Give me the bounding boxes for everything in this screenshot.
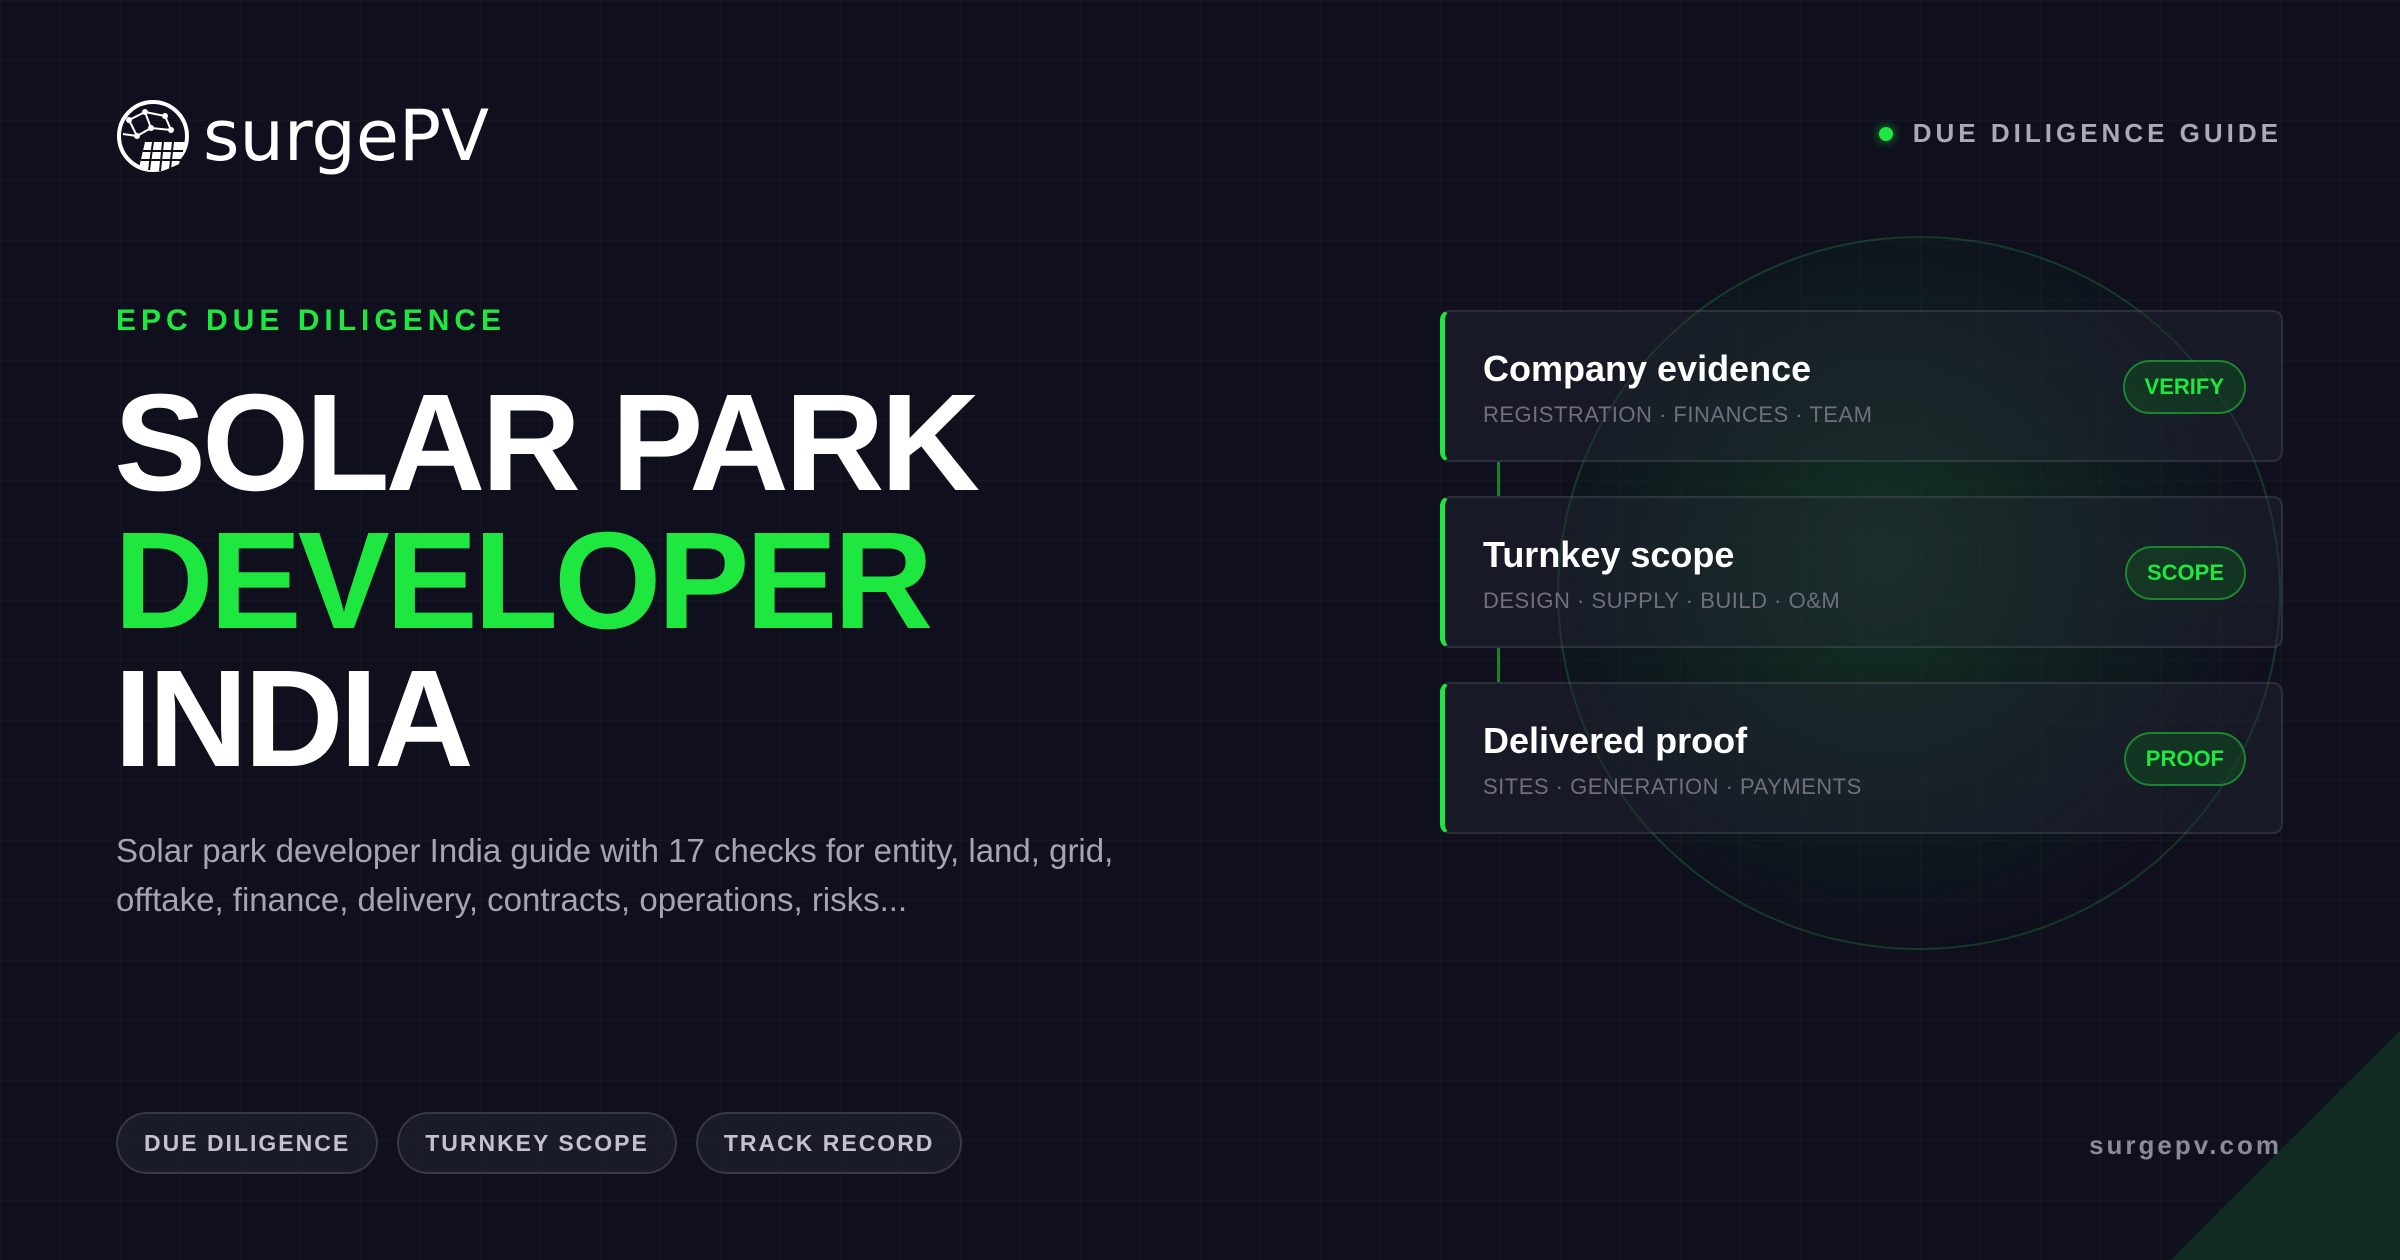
verify-badge: VERIFY	[2122, 360, 2246, 414]
card-turnkey-scope[interactable]: Turnkey scope DESIGN · SUPPLY · BUILD · …	[1440, 496, 2283, 682]
page-title: SOLAR PARK DEVELOPER INDIA	[114, 366, 980, 796]
card-title: Turnkey scope	[1483, 534, 1735, 575]
card-subtitle: SITES · GENERATION · PAYMENTS	[1483, 774, 1862, 799]
scope-badge: SCOPE	[2124, 546, 2246, 600]
tag-due-diligence[interactable]: DUE DILIGENCE	[116, 1112, 379, 1174]
tag-track-record[interactable]: TRACK RECORD	[695, 1112, 963, 1174]
brand-name: surgePV	[203, 95, 489, 177]
card-title: Delivered proof	[1483, 720, 1748, 761]
card-title: Company evidence	[1483, 348, 1812, 389]
tag-turnkey-scope[interactable]: TURNKEY SCOPE	[397, 1112, 677, 1174]
eyebrow-label: EPC DUE DILIGENCE	[116, 304, 507, 337]
card-delivered-proof[interactable]: Delivered proof SITES · GENERATION · PAY…	[1440, 682, 2283, 834]
status-dot-icon	[1878, 126, 1893, 141]
tag-list: DUE DILIGENCE TURNKEY SCOPE TRACK RECORD	[116, 1112, 981, 1174]
card-connector	[1497, 462, 1500, 496]
brand-logo[interactable]: surgePV	[115, 98, 489, 174]
footer-url-link[interactable]: surgepv.com	[2089, 1130, 2282, 1161]
card-connector	[1497, 648, 1500, 682]
proof-badge: PROOF	[2123, 732, 2246, 786]
card-company-evidence[interactable]: Company evidence REGISTRATION · FINANCES…	[1440, 310, 2283, 496]
title-line-1: SOLAR PARK	[114, 366, 980, 520]
guide-badge: DUE DILIGENCE GUIDE	[1878, 118, 2282, 149]
guide-badge-label: DUE DILIGENCE GUIDE	[1912, 118, 2282, 148]
card-subtitle: DESIGN · SUPPLY · BUILD · O&M	[1483, 588, 1841, 613]
checklist-cards: Company evidence REGISTRATION · FINANCES…	[1440, 310, 2283, 868]
title-line-3: INDIA	[114, 642, 474, 796]
globe-solar-panel-icon	[117, 100, 189, 172]
page-description: Solar park developer India guide with 17…	[116, 832, 1114, 918]
card-subtitle: REGISTRATION · FINANCES · TEAM	[1483, 402, 1873, 427]
title-line-2: DEVELOPER	[114, 504, 933, 658]
